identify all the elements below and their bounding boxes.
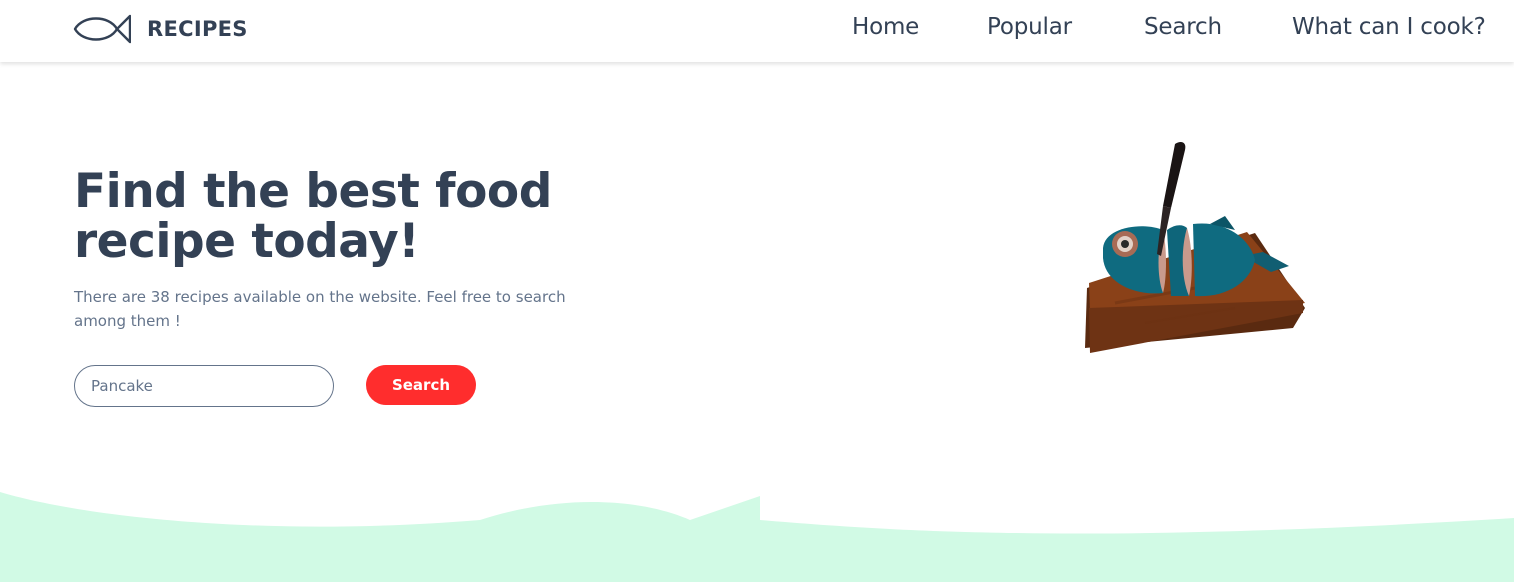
nav-home[interactable]: Home	[852, 12, 919, 42]
nav-what-can-i-cook[interactable]: What can I cook?	[1292, 12, 1486, 42]
hero-title: Find the best food recipe today!	[74, 164, 552, 269]
brand-name: RECIPES	[147, 17, 248, 41]
fish-icon	[73, 14, 131, 44]
nav-search[interactable]: Search	[1144, 12, 1222, 42]
wave-background	[0, 492, 1514, 582]
search-button[interactable]: Search	[366, 365, 476, 405]
brand-logo-link[interactable]: RECIPES	[73, 12, 248, 46]
search-input[interactable]	[74, 365, 334, 407]
fish-on-cutting-board-illustration	[1085, 142, 1305, 353]
hero-description: There are 38 recipes available on the we…	[74, 288, 566, 330]
nav-popular[interactable]: Popular	[987, 12, 1072, 42]
site-header: RECIPES Home Popular Search What can I c…	[0, 0, 1514, 62]
